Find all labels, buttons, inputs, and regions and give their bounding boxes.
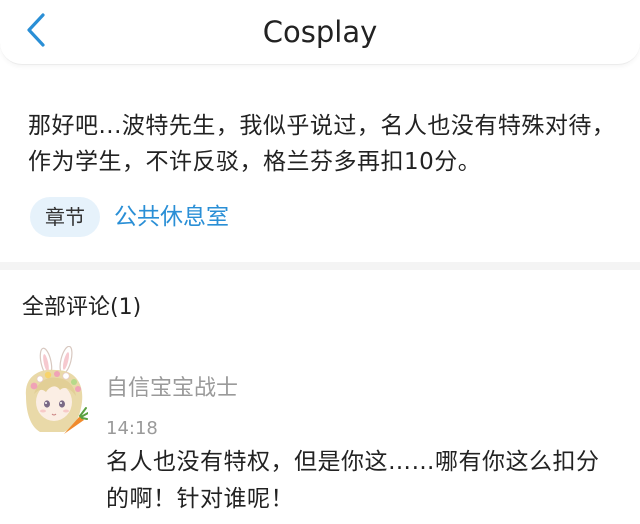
comment-username[interactable]: 自信宝宝战士 xyxy=(106,373,238,405)
section-divider xyxy=(0,262,640,270)
app-screen: Cosplay 那好吧...波特先生，我似乎说过，名人也没有特殊对待，作为学生，… xyxy=(0,0,640,524)
comment-timestamp: 14:18 xyxy=(106,418,158,439)
post-content: 那好吧...波特先生，我似乎说过，名人也没有特殊对待，作为学生，不许反驳，格兰芬… xyxy=(28,113,616,175)
top-bar: Cosplay xyxy=(0,0,640,65)
bunny-girl-avatar xyxy=(25,345,89,434)
comments-header: 全部评论(1) xyxy=(22,295,142,320)
comment-body: 名人也没有特权，但是你这……哪有你这么扣分的啊！针对谁呢！ xyxy=(106,449,600,512)
chapter-row: 章节 公共休息室 xyxy=(30,196,229,238)
page-title: Cosplay xyxy=(262,15,378,49)
chapter-link[interactable]: 公共休息室 xyxy=(114,197,229,237)
avatar[interactable] xyxy=(20,345,89,436)
chapter-tag: 章节 xyxy=(30,197,100,237)
